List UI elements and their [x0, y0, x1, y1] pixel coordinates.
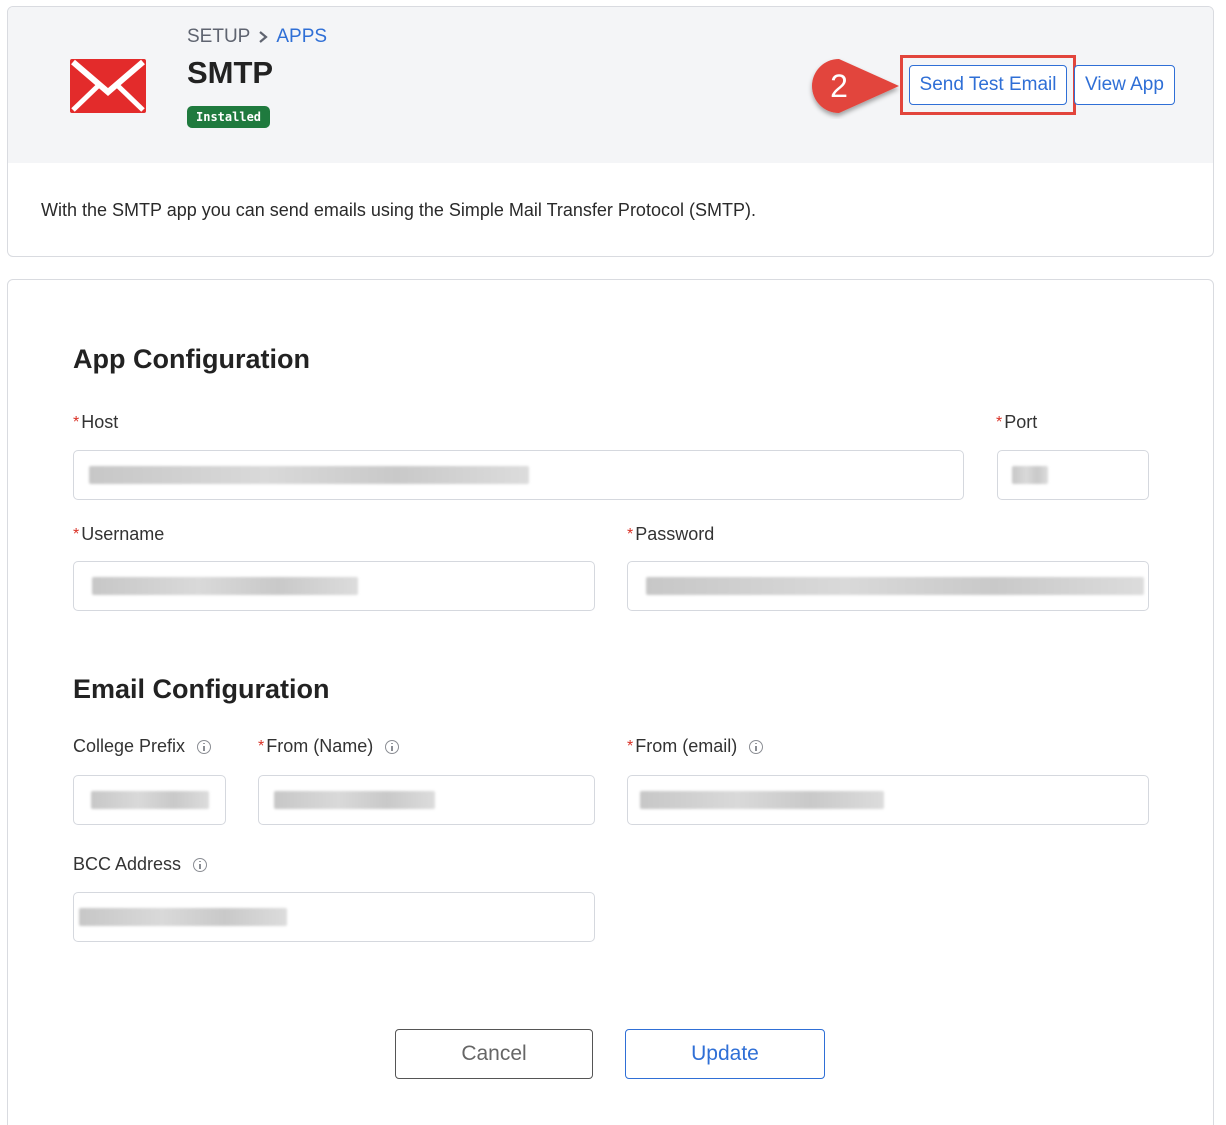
chevron-right-icon — [259, 31, 269, 43]
host-input[interactable] — [73, 450, 964, 500]
email-configuration-title: Email Configuration — [73, 674, 330, 704]
breadcrumb-setup: SETUP — [187, 26, 251, 47]
from-name-label: * From (Name) — [258, 736, 400, 757]
cancel-button[interactable]: Cancel — [395, 1029, 593, 1079]
redacted-value — [89, 466, 529, 484]
redacted-value — [274, 791, 435, 809]
app-configuration-title: App Configuration — [73, 344, 310, 374]
required-marker: * — [258, 737, 265, 755]
page-title: SMTP — [187, 55, 274, 90]
info-icon[interactable] — [385, 739, 400, 754]
from-name-input[interactable] — [258, 775, 595, 825]
breadcrumb: SETUP APPS — [187, 26, 327, 48]
send-test-email-button[interactable]: Send Test Email — [909, 65, 1067, 105]
redacted-value — [79, 908, 287, 926]
required-marker: * — [627, 525, 634, 543]
redacted-value — [640, 791, 884, 809]
info-icon[interactable] — [749, 739, 764, 754]
from-email-label: * From (email) — [627, 736, 764, 757]
redacted-value — [1012, 466, 1048, 484]
host-label: * Host — [73, 412, 119, 432]
envelope-icon — [70, 59, 146, 113]
breadcrumb-apps-link[interactable]: APPS — [276, 26, 327, 48]
port-input[interactable] — [997, 450, 1149, 500]
bcc-address-input[interactable] — [73, 892, 595, 942]
status-badge: Installed — [187, 106, 271, 128]
app-description: With the SMTP app you can send emails us… — [41, 200, 756, 220]
view-app-button[interactable]: View App — [1074, 65, 1175, 105]
bcc-address-label: BCC Address — [73, 854, 208, 875]
username-input[interactable] — [73, 561, 595, 611]
app-header-card: SETUP APPS SMTP Installed 2 Send Test Em… — [7, 6, 1214, 257]
step-number: 2 — [830, 67, 848, 104]
required-marker: * — [73, 525, 80, 543]
redacted-value — [646, 577, 1144, 595]
info-icon[interactable] — [197, 739, 212, 754]
username-label: * Username — [73, 524, 165, 544]
college-prefix-label: College Prefix — [73, 736, 212, 757]
redacted-value — [92, 577, 358, 595]
from-email-input[interactable] — [627, 775, 1149, 825]
password-label: * Password — [627, 524, 715, 544]
required-marker: * — [627, 737, 634, 755]
password-input[interactable] — [627, 561, 1149, 611]
required-marker: * — [73, 413, 80, 431]
info-icon[interactable] — [193, 857, 208, 872]
port-label: * Port — [996, 412, 1038, 432]
required-marker: * — [996, 413, 1003, 431]
redacted-value — [91, 791, 209, 809]
college-prefix-input[interactable] — [73, 775, 226, 825]
update-button[interactable]: Update — [625, 1029, 825, 1079]
configuration-card: App Configuration * Host * Port * Userna… — [7, 279, 1214, 1125]
